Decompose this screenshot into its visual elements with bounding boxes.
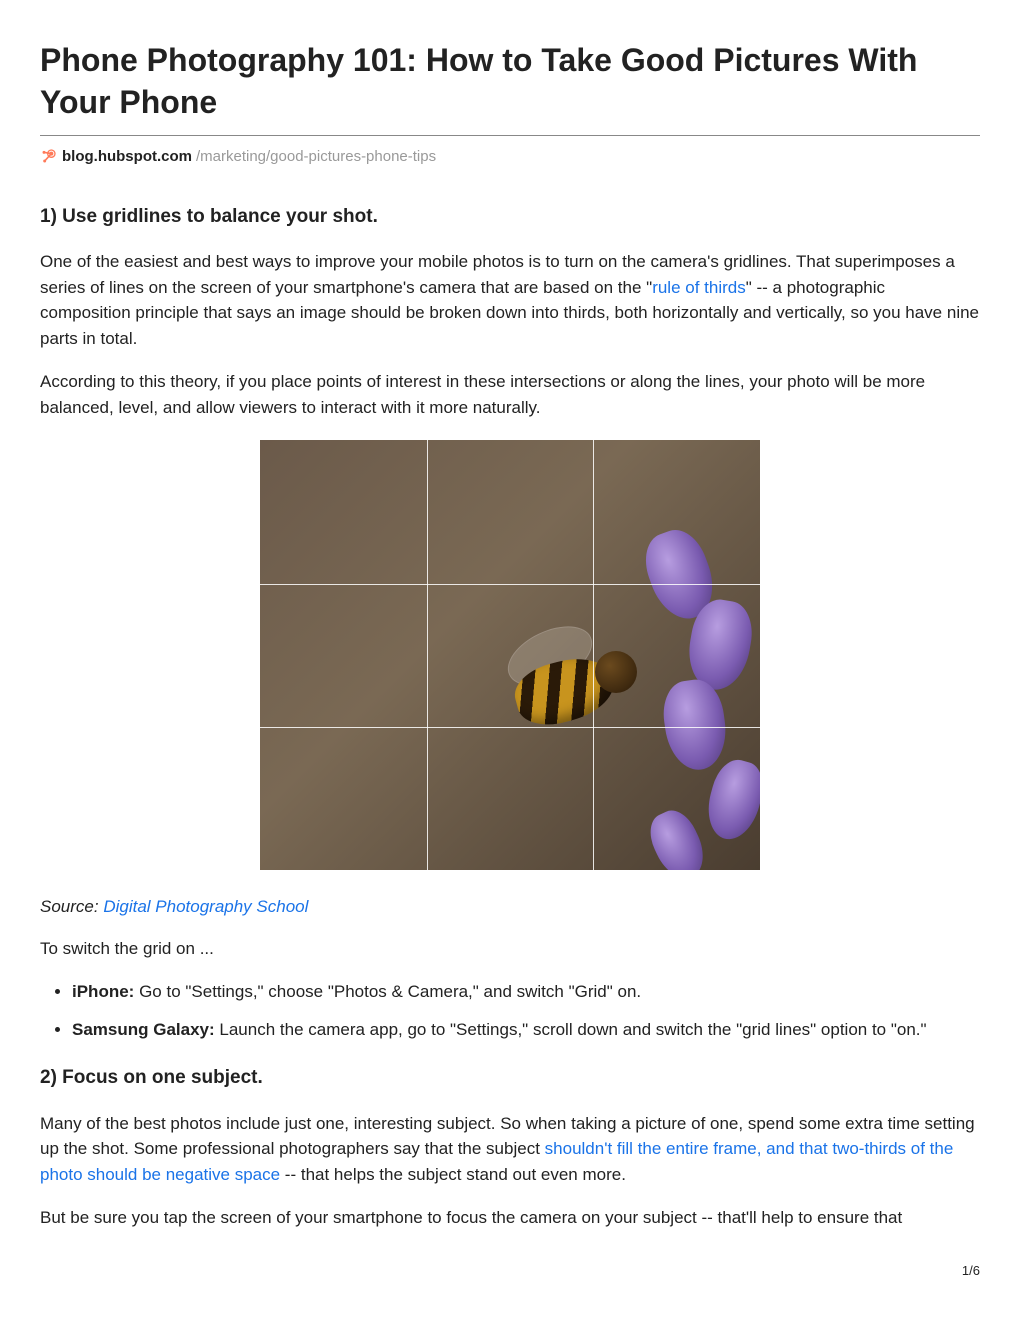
source-domain: blog.hubspot.com	[62, 146, 192, 169]
page-title: Phone Photography 101: How to Take Good …	[40, 40, 980, 123]
title-divider	[40, 135, 980, 136]
switch-grid-intro: To switch the grid on ...	[40, 936, 980, 962]
section1-para2: According to this theory, if you place p…	[40, 369, 980, 420]
image-caption: Source: Digital Photography School	[40, 894, 980, 920]
source-line: blog.hubspot.com /marketing/good-picture…	[40, 146, 980, 169]
section-heading-1: 1) Use gridlines to balance your shot.	[40, 203, 980, 232]
section1-para1: One of the easiest and best ways to impr…	[40, 249, 980, 351]
para-text: -- that helps the subject stand out even…	[280, 1165, 626, 1184]
section-heading-2: 2) Focus on one subject.	[40, 1064, 980, 1093]
caption-prefix: Source:	[40, 897, 103, 916]
rule-of-thirds-link[interactable]: rule of thirds	[652, 278, 746, 297]
source-path: /marketing/good-pictures-phone-tips	[196, 146, 436, 169]
list-item: iPhone: Go to "Settings," choose "Photos…	[72, 979, 980, 1005]
bee-gridlines-image	[260, 440, 760, 870]
list-item: Samsung Galaxy: Launch the camera app, g…	[72, 1017, 980, 1043]
list-item-text: Launch the camera app, go to "Settings,"…	[215, 1020, 927, 1039]
list-item-text: Go to "Settings," choose "Photos & Camer…	[134, 982, 641, 1001]
hubspot-icon	[40, 149, 56, 165]
page-number: 1/6	[40, 1261, 980, 1281]
list-item-label: iPhone:	[72, 982, 134, 1001]
section2-para2: But be sure you tap the screen of your s…	[40, 1205, 980, 1231]
grid-instructions-list: iPhone: Go to "Settings," choose "Photos…	[72, 979, 980, 1042]
list-item-label: Samsung Galaxy:	[72, 1020, 215, 1039]
image-source-link[interactable]: Digital Photography School	[103, 897, 308, 916]
example-image-wrap	[40, 440, 980, 870]
section2-para1: Many of the best photos include just one…	[40, 1111, 980, 1188]
